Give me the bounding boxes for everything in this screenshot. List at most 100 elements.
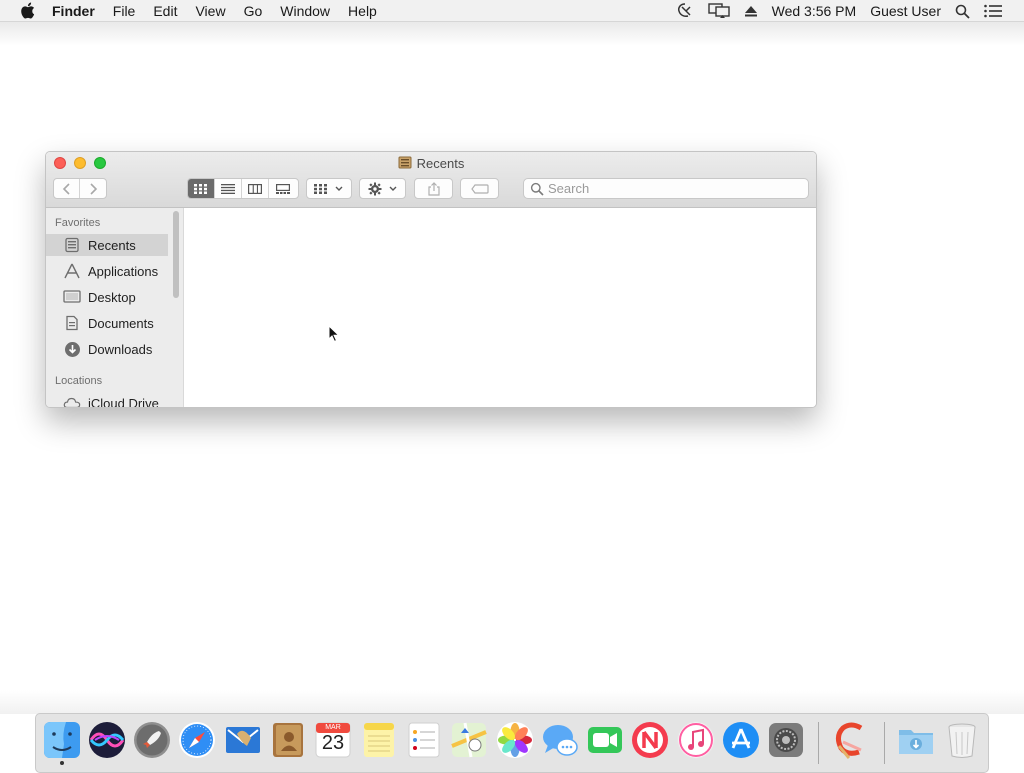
downloads-icon	[63, 340, 81, 358]
sidebar-item-recents[interactable]: Recents	[46, 234, 168, 256]
dock-separator	[818, 722, 819, 764]
list-view-button[interactable]	[215, 179, 242, 198]
dock-downloads-folder-icon[interactable]	[896, 720, 936, 760]
menu-go[interactable]: Go	[244, 3, 263, 19]
dock-app-store-icon[interactable]	[721, 720, 761, 760]
display-mirroring-icon[interactable]	[707, 3, 730, 19]
sidebar-item-label: Recents	[88, 237, 136, 253]
applications-icon	[63, 262, 81, 280]
action-menu-button[interactable]	[359, 178, 406, 199]
tags-button[interactable]	[460, 178, 499, 199]
ccleaner-status-icon[interactable]	[676, 3, 694, 19]
spotlight-search-icon[interactable]	[955, 4, 970, 19]
dock-calendar-icon[interactable]: MAR 23	[313, 720, 353, 760]
column-view-button[interactable]	[242, 179, 269, 198]
chevron-left-icon	[62, 182, 70, 195]
dock-facetime-icon[interactable]	[585, 720, 625, 760]
search-icon	[530, 182, 544, 196]
desktop-shade	[0, 22, 1024, 46]
dock-launchpad-icon[interactable]	[132, 720, 172, 760]
menu-file[interactable]: File	[113, 3, 136, 19]
calendar-day: 23	[321, 732, 345, 754]
list-icon	[221, 183, 235, 194]
dock-siri-icon[interactable]	[87, 720, 127, 760]
menu-clock[interactable]: Wed 3:56 PM	[772, 3, 857, 19]
sidebar-locations-header: Locations	[55, 375, 103, 387]
share-icon	[427, 181, 440, 196]
group-grid-icon	[314, 183, 327, 194]
icloud-icon	[63, 394, 81, 407]
dock-finder-icon[interactable]	[42, 720, 82, 760]
sidebar-item-label: Downloads	[88, 341, 153, 357]
window-title-text: Recents	[416, 156, 465, 171]
navigation-buttons	[53, 178, 107, 199]
sidebar-item-applications[interactable]: Applications	[46, 260, 168, 282]
sidebar: Favorites Recents Applications Desktop D…	[46, 208, 184, 408]
sidebar-item-icloud-drive[interactable]: iCloud Drive	[46, 392, 168, 408]
columns-icon	[248, 183, 262, 194]
dock-trash-icon[interactable]	[942, 720, 982, 760]
desktop-icon	[63, 288, 81, 306]
dock-notes-icon[interactable]	[359, 720, 399, 760]
menu-app-finder[interactable]: Finder	[52, 3, 95, 19]
group-by-button[interactable]	[306, 178, 352, 199]
mouse-pointer-icon	[328, 324, 340, 346]
search-field[interactable]	[523, 178, 809, 199]
share-button[interactable]	[414, 178, 453, 199]
dock-photos-icon[interactable]	[495, 720, 535, 760]
dock-safari-icon[interactable]	[177, 720, 217, 760]
notification-center-icon[interactable]	[984, 4, 1002, 18]
gear-icon	[368, 182, 381, 195]
gallery-view-button[interactable]	[269, 179, 296, 198]
documents-icon	[63, 314, 81, 332]
dock-shade	[0, 690, 1024, 714]
dock: MAR 23	[35, 713, 989, 773]
finder-running-indicator	[60, 761, 64, 765]
dock-system-preferences-icon[interactable]	[766, 720, 806, 760]
window-title: Recents	[46, 155, 816, 172]
dock-mail-icon[interactable]	[223, 720, 263, 760]
dock-messages-icon[interactable]	[540, 720, 580, 760]
sidebar-item-label: Applications	[88, 263, 159, 279]
finder-window: Recents Search Favorites Recents Applica…	[45, 151, 817, 408]
dock-itunes-icon[interactable]	[676, 720, 716, 760]
back-button[interactable]	[54, 179, 81, 198]
sidebar-item-label: iCloud Drive	[88, 395, 159, 408]
eject-icon[interactable]	[744, 4, 758, 18]
menu-window[interactable]: Window	[280, 3, 330, 19]
sidebar-item-label: Desktop	[88, 289, 136, 305]
chevron-right-icon	[90, 182, 98, 195]
chevron-down-icon	[389, 186, 396, 191]
search-input[interactable]	[548, 181, 748, 196]
dock-separator	[884, 722, 885, 764]
recents-icon	[63, 236, 81, 254]
calendar-month: MAR	[325, 724, 341, 731]
sidebar-item-label: Documents	[88, 315, 154, 331]
sidebar-item-downloads[interactable]: Downloads	[46, 338, 168, 360]
menu-edit[interactable]: Edit	[153, 3, 177, 19]
dock-reminders-icon[interactable]	[404, 720, 444, 760]
grid-icon	[194, 183, 207, 194]
dock-ccleaner-icon[interactable]	[831, 720, 871, 760]
sidebar-favorites-header: Favorites	[55, 217, 101, 229]
forward-button[interactable]	[80, 179, 106, 198]
dock-maps-icon[interactable]	[449, 720, 489, 760]
file-browser-content[interactable]	[184, 208, 816, 407]
icon-view-button[interactable]	[188, 179, 215, 198]
menu-help[interactable]: Help	[348, 3, 377, 19]
apple-menu-icon[interactable]	[20, 2, 36, 19]
window-toolbar: Recents	[46, 152, 816, 208]
menu-bar: Finder File Edit View Go Window Help Wed…	[0, 0, 1024, 22]
gallery-icon	[275, 183, 290, 194]
tag-icon	[470, 183, 489, 194]
menu-view[interactable]: View	[195, 3, 225, 19]
recents-folder-icon	[398, 155, 412, 172]
dock-news-icon[interactable]	[630, 720, 670, 760]
sidebar-item-desktop[interactable]: Desktop	[46, 286, 168, 308]
sidebar-item-documents[interactable]: Documents	[46, 312, 168, 334]
view-mode-control	[187, 178, 299, 199]
dock-contacts-icon[interactable]	[268, 720, 308, 760]
chevron-down-icon	[335, 186, 343, 191]
menu-user[interactable]: Guest User	[870, 3, 941, 19]
sidebar-scrollbar[interactable]	[173, 211, 179, 298]
